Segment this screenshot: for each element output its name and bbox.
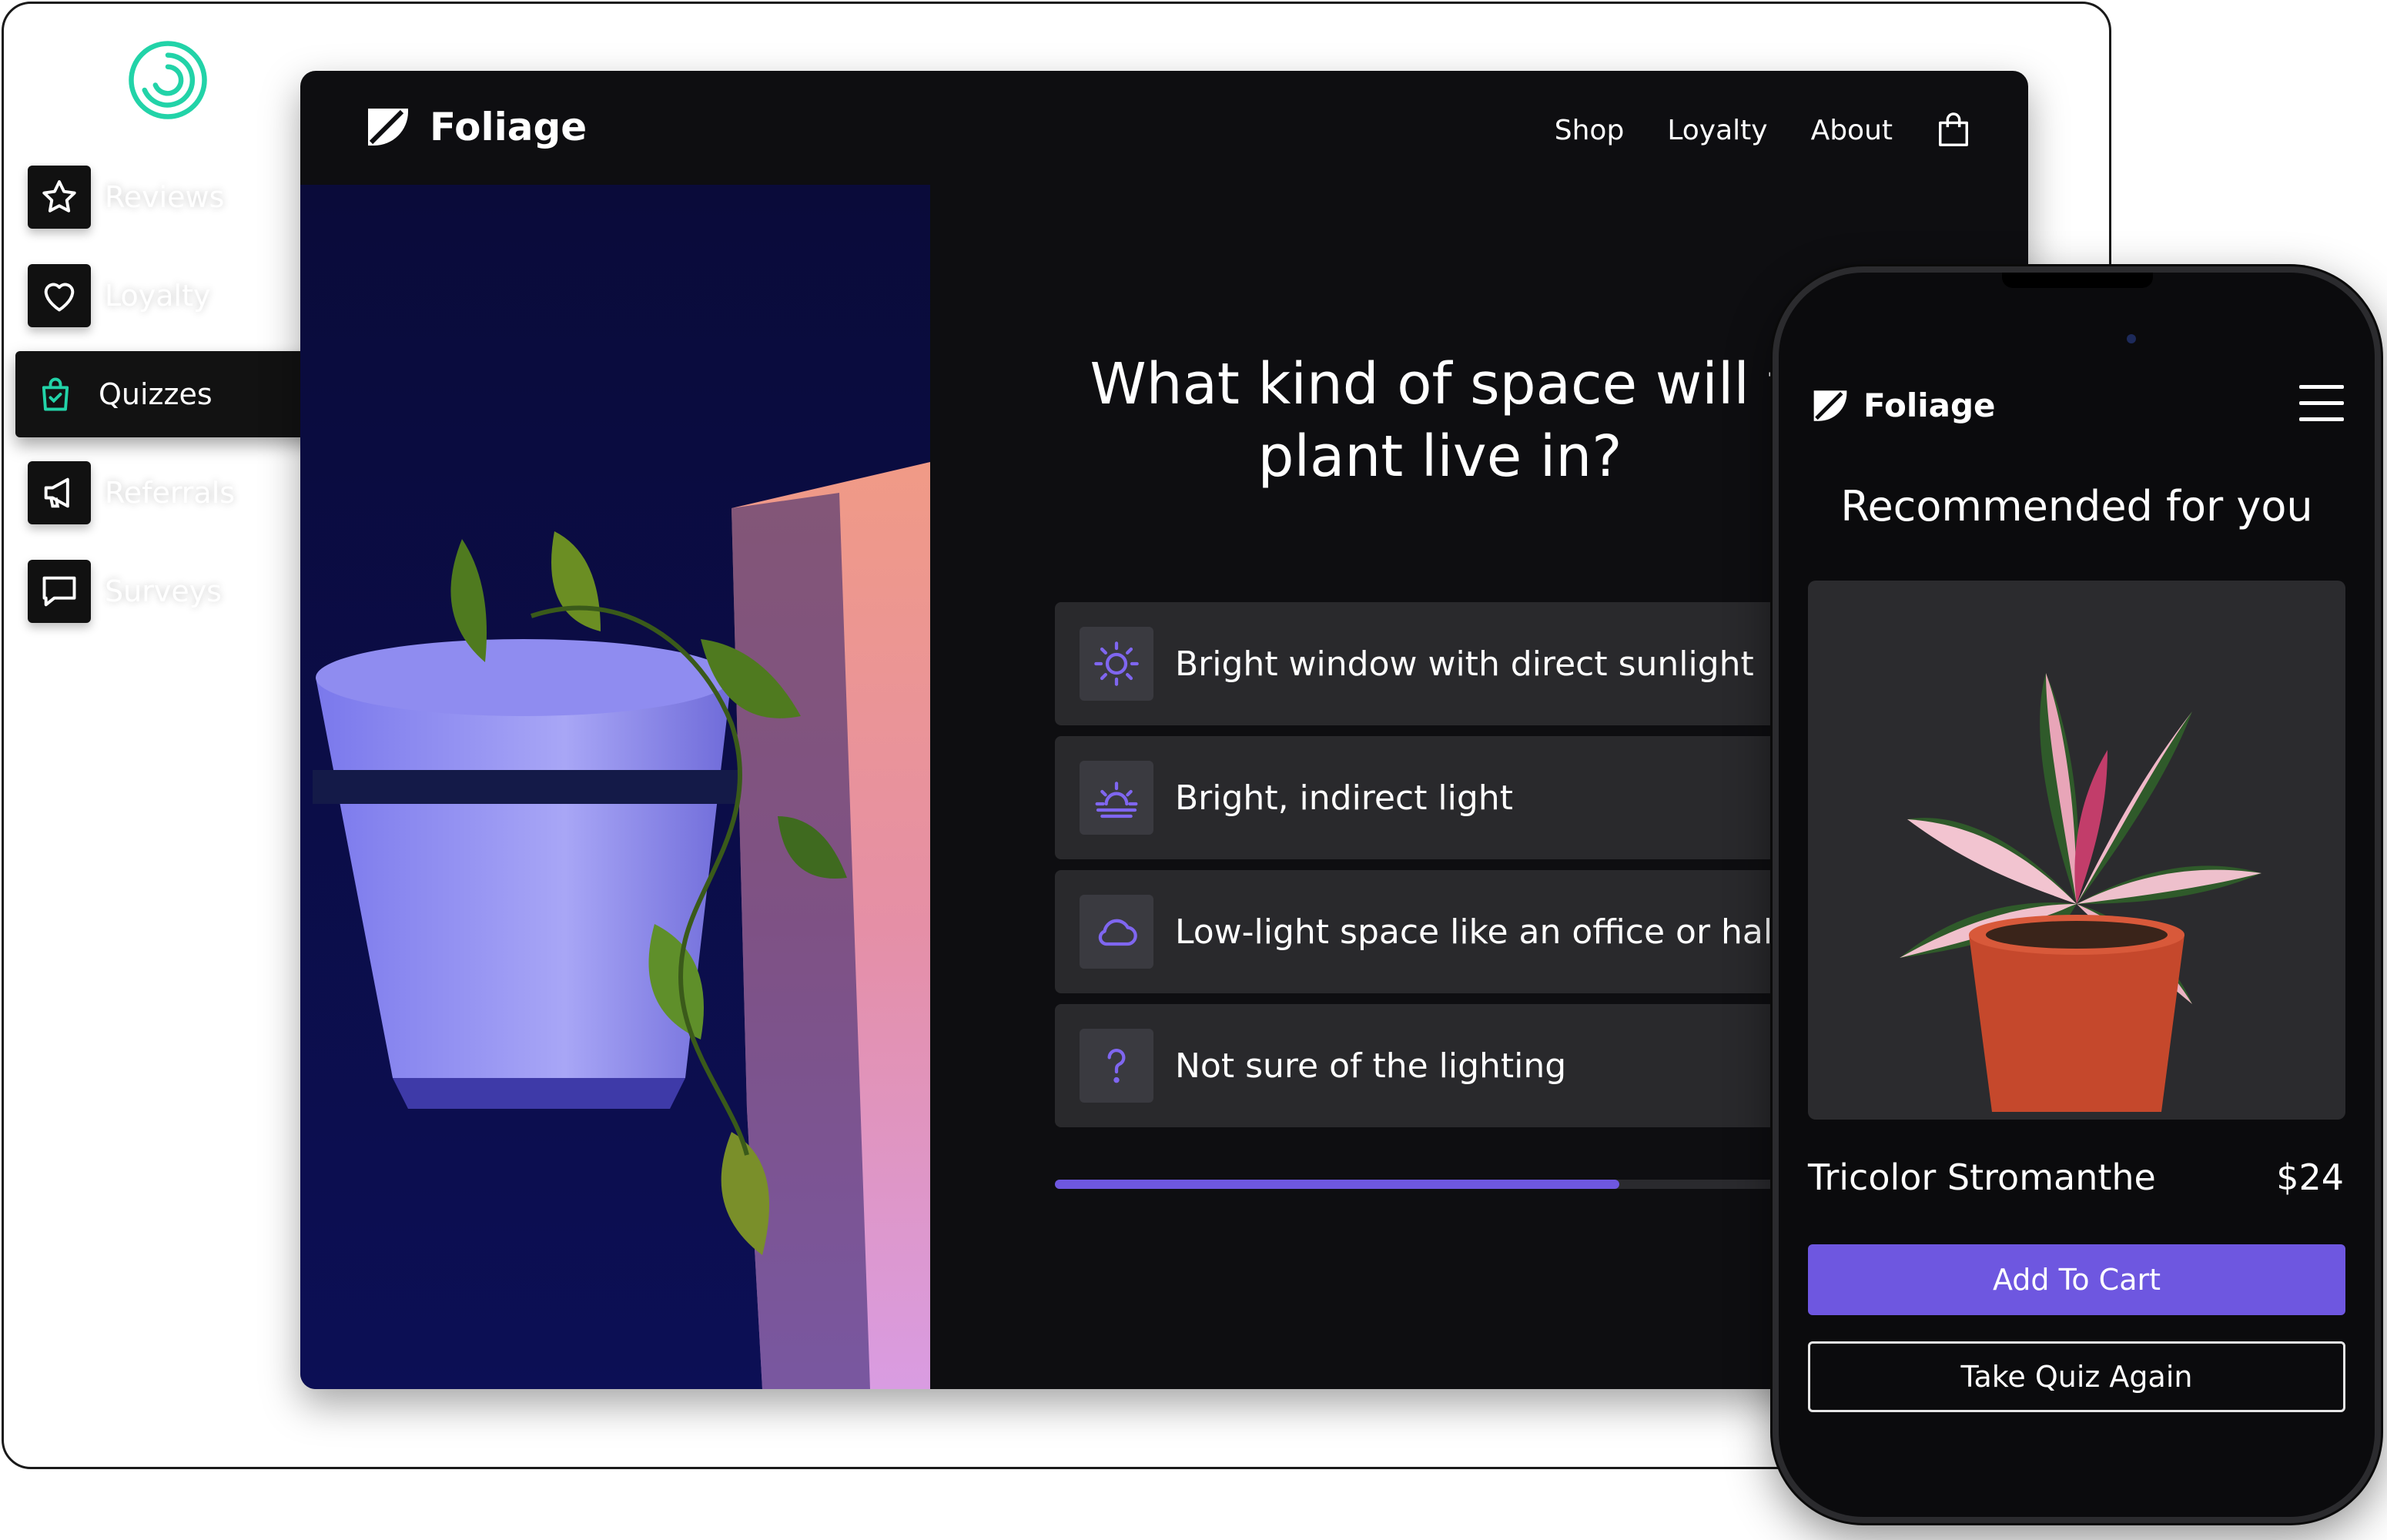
top-navigation: Foliage Shop Loyalty About (300, 71, 2028, 185)
megaphone-icon (28, 461, 91, 524)
sidebar-item-surveys[interactable]: Surveys (28, 548, 222, 634)
desktop-storefront: Foliage Shop Loyalty About What kind of … (300, 71, 2028, 1389)
product-price: $24 (2276, 1157, 2344, 1198)
quiz-progress-fill (1055, 1180, 1620, 1189)
sidebar-item-label: Surveys (105, 574, 222, 608)
sun-icon (1080, 627, 1153, 701)
logo-text: Foliage (430, 105, 588, 149)
sidebar-item-label: Reviews (105, 180, 225, 214)
concentric-rings-logo-icon (129, 41, 207, 119)
option-label: Bright, indirect light (1175, 778, 1513, 818)
shopping-bag-check-icon (42, 377, 69, 411)
sidebar-item-label: Referrals (105, 476, 236, 510)
add-to-cart-button[interactable]: Add To Cart (1808, 1244, 2345, 1315)
phone-camera (2127, 334, 2136, 343)
foliage-logo[interactable]: Foliage (363, 105, 587, 149)
option-label: Not sure of the lighting (1175, 1046, 1567, 1086)
nav-shop-link[interactable]: Shop (1555, 115, 1625, 146)
sidebar-item-label: Loyalty (105, 279, 211, 313)
sidebar-item-loyalty[interactable]: Loyalty (28, 253, 210, 339)
question-mark-icon (1080, 1029, 1153, 1103)
plant-photo (300, 185, 930, 1389)
option-label: Low-light space like an office or hallw (1175, 912, 1810, 952)
chat-icon (28, 560, 91, 623)
quiz-question-line1: What kind of space will t (1090, 351, 1790, 417)
nav-about-link[interactable]: About (1811, 115, 1893, 146)
sidebar-item-quizzes[interactable]: Quizzes (15, 351, 319, 437)
quiz-question: What kind of space will t plant live in? (1086, 348, 1794, 493)
leaf-logo-icon (368, 109, 408, 146)
take-quiz-again-button[interactable]: Take Quiz Again (1808, 1341, 2345, 1412)
quiz-question-line2: plant live in? (1257, 424, 1622, 490)
stromanthe-plant-image (1900, 673, 2261, 1112)
sidebar-item-referrals[interactable]: Referrals (28, 450, 235, 536)
shopping-bag-icon[interactable] (1936, 111, 1971, 149)
product-name: Tricolor Stromanthe (1808, 1157, 2156, 1198)
nav-links: Shop Loyalty About (1555, 111, 1971, 149)
heart-icon (28, 264, 91, 327)
hamburger-menu-icon[interactable] (2299, 385, 2344, 422)
recommended-heading: Recommended for you (1840, 482, 2313, 531)
mobile-phone: Foliage Recommended for you Tricolor Str… (1773, 266, 2381, 1523)
option-label: Bright window with direct sunlight (1175, 644, 1754, 684)
star-icon (28, 166, 91, 229)
leaf-logo-icon (1813, 390, 1847, 421)
sunrise-icon (1080, 761, 1153, 835)
nav-loyalty-link[interactable]: Loyalty (1667, 115, 1767, 146)
logo-text: Foliage (1863, 387, 1996, 424)
sidebar-item-reviews[interactable]: Reviews (28, 154, 224, 240)
product-image-card[interactable] (1808, 581, 2345, 1120)
phone-notch (2002, 273, 2153, 288)
sidebar-item-label: Quizzes (99, 377, 213, 411)
phone-foliage-logo[interactable]: Foliage (1810, 387, 1996, 424)
cloud-icon (1080, 895, 1153, 969)
